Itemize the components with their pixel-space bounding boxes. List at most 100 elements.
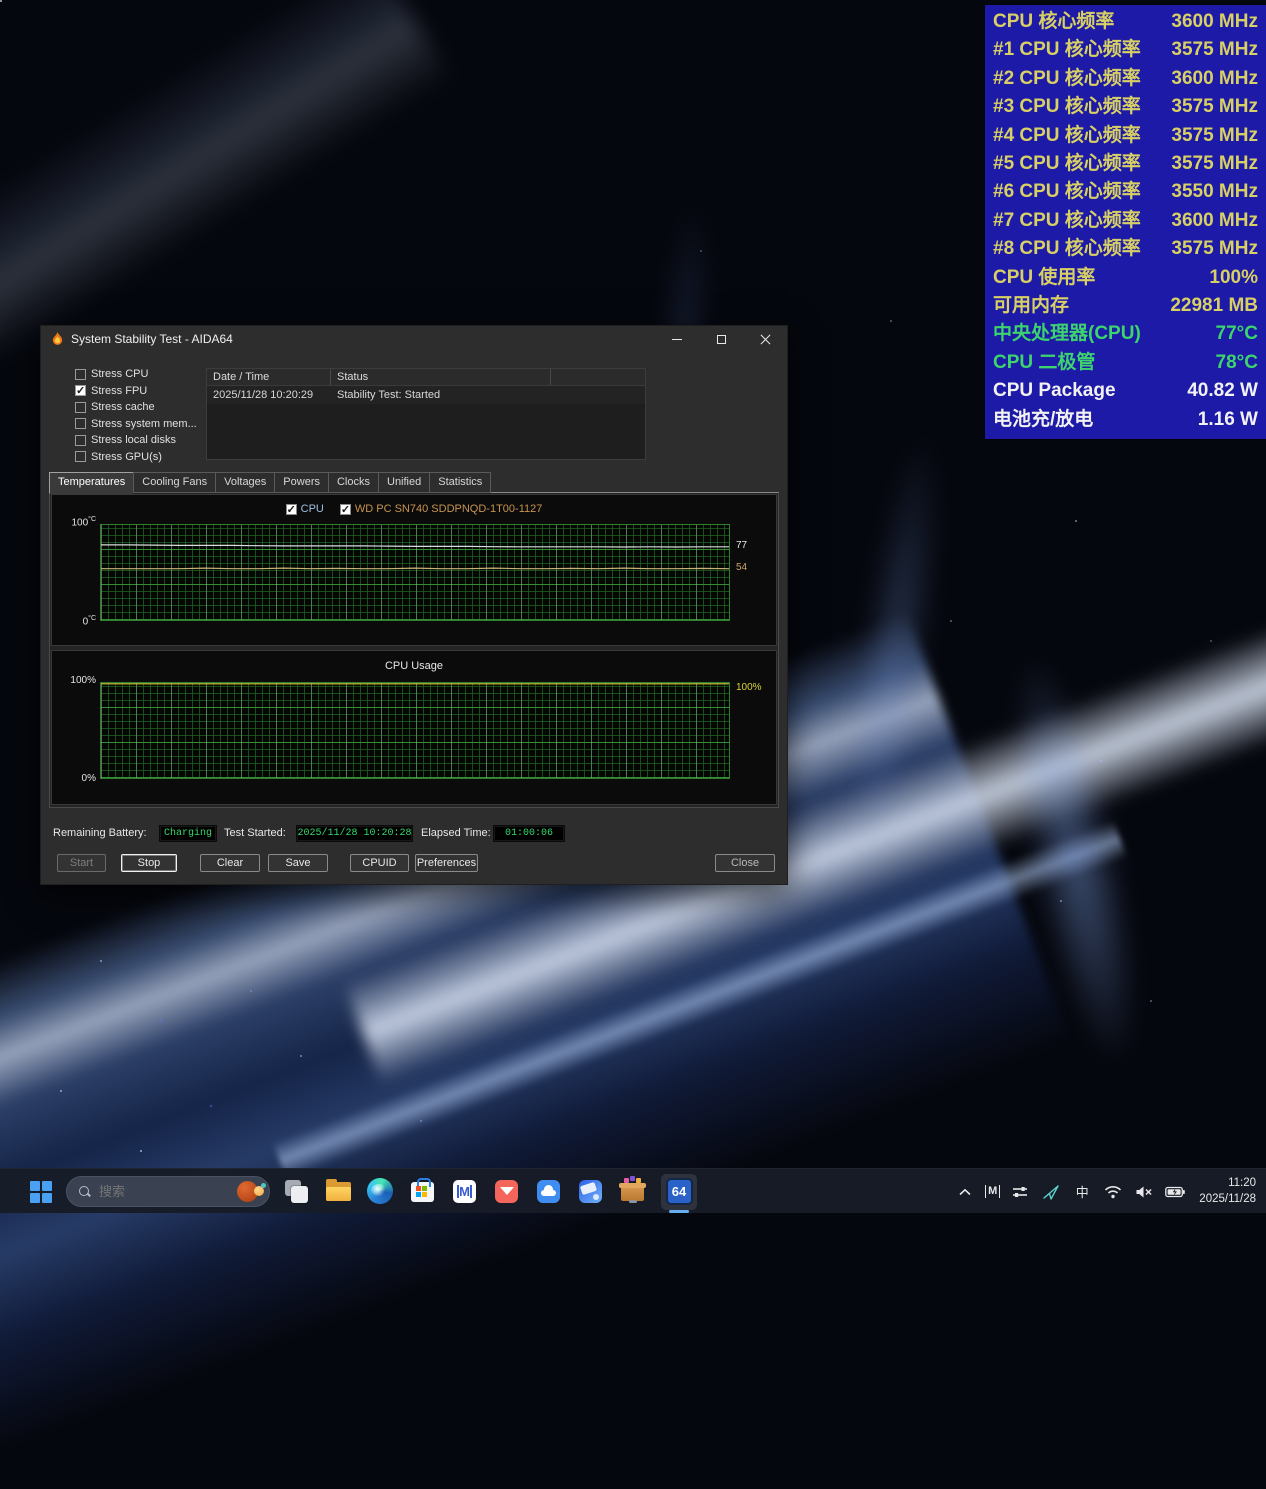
stress-fpu-checkbox[interactable] — [75, 385, 86, 396]
sensor-value: 3575 MHz — [1171, 36, 1258, 64]
sensor-label: #2 CPU 核心频率 — [993, 65, 1141, 93]
sensor-label: 可用内存 — [993, 292, 1069, 320]
tab-temperatures[interactable]: Temperatures — [49, 472, 133, 494]
settings-sliders-icon[interactable] — [1009, 1181, 1031, 1203]
paper-plane-icon[interactable] — [1040, 1181, 1062, 1203]
stress-option-gpu[interactable]: Stress GPU(s) — [53, 449, 197, 466]
aida64-sensor-panel: CPU 核心频率3600 MHz#1 CPU 核心频率3575 MHz#2 CP… — [985, 5, 1266, 439]
volume-muted-icon[interactable] — [1133, 1181, 1155, 1203]
stress-option-memory[interactable]: Stress system mem... — [53, 416, 197, 433]
log-column-datetime[interactable]: Date / Time — [207, 369, 331, 385]
cloud-app-button[interactable] — [535, 1178, 562, 1205]
cpu-legend-checkbox[interactable] — [286, 504, 297, 515]
log-cell-status: Stability Test: Started — [331, 386, 551, 404]
aida64-taskbar-button[interactable]: 64 — [661, 1174, 697, 1210]
tab-cooling-fans[interactable]: Cooling Fans — [133, 472, 215, 493]
sensor-row: CPU 核心频率3600 MHz — [993, 8, 1258, 36]
maximize-button[interactable] — [699, 326, 743, 352]
tab-statistics[interactable]: Statistics — [429, 472, 491, 493]
wd-legend-checkbox[interactable] — [340, 504, 351, 515]
stop-button[interactable]: Stop — [121, 854, 177, 872]
microsoft-store-button[interactable] — [409, 1178, 436, 1205]
active-app-indicator — [669, 1210, 689, 1213]
sensor-value: 3600 MHz — [1171, 207, 1258, 235]
task-view-button[interactable] — [283, 1178, 310, 1205]
clock-date: 2025/11/28 — [1199, 1192, 1256, 1208]
usage-axis-max-label: 100% — [54, 675, 96, 686]
stress-cache-checkbox[interactable] — [75, 402, 86, 413]
cpuid-button[interactable]: CPUID — [350, 854, 409, 872]
gpu-icon — [53, 451, 70, 462]
sensor-value: 77°C — [1216, 320, 1258, 348]
m-tray-icon[interactable]: M — [985, 1185, 1000, 1198]
sensor-row: CPU 二极管78°C — [993, 349, 1258, 377]
tab-voltages[interactable]: Voltages — [215, 472, 274, 493]
stress-disks-checkbox[interactable] — [75, 435, 86, 446]
file-explorer-button[interactable] — [325, 1178, 352, 1205]
windows-logo-icon — [30, 1181, 52, 1203]
close-button[interactable] — [743, 326, 787, 352]
ime-language-indicator[interactable]: 中 — [1071, 1181, 1093, 1203]
minimize-button[interactable] — [655, 326, 699, 352]
search-highlight-icon[interactable] — [235, 1180, 265, 1204]
stress-option-disks[interactable]: Stress local disks — [53, 432, 197, 449]
window-titlebar[interactable]: System Stability Test - AIDA64 — [41, 326, 787, 352]
remaining-battery-label: Remaining Battery: — [53, 827, 147, 839]
stress-gpu-checkbox[interactable] — [75, 451, 86, 462]
packages-app-button[interactable] — [619, 1178, 646, 1205]
cpu-temp-value-label: 77 — [736, 540, 747, 551]
sensor-label: #8 CPU 核心频率 — [993, 235, 1141, 263]
chart-legend: CPU WD PC SN740 SDDPNQD-1T00-1127 — [52, 503, 776, 515]
clear-button[interactable]: Clear — [200, 854, 260, 872]
tab-powers[interactable]: Powers — [274, 472, 328, 493]
test-started-display: 2025/11/28 10:20:28 — [296, 825, 413, 842]
close-dialog-button[interactable]: Close — [715, 854, 775, 872]
battery-charging-icon[interactable] — [1164, 1181, 1186, 1203]
sensor-value: 3575 MHz — [1171, 122, 1258, 150]
sensor-label: 电池充/放电 — [993, 406, 1093, 434]
start-button[interactable]: Start — [57, 854, 106, 872]
stress-option-fpu[interactable]: Stress FPU — [53, 383, 197, 400]
sensor-label: #6 CPU 核心频率 — [993, 178, 1141, 206]
aida64-icon: 64 — [666, 1178, 693, 1205]
memory-icon — [53, 418, 70, 429]
sensor-row: #6 CPU 核心频率3550 MHz — [993, 178, 1258, 206]
mail-icon — [495, 1180, 518, 1203]
start-menu-button[interactable] — [24, 1169, 58, 1214]
system-stability-test-window: System Stability Test - AIDA64 Stress CP… — [40, 325, 788, 885]
maximize-icon — [717, 335, 726, 344]
legend-wd-disk[interactable]: WD PC SN740 SDDPNQD-1T00-1127 — [340, 503, 542, 515]
cache-icon — [53, 402, 70, 413]
log-column-status[interactable]: Status — [331, 369, 551, 385]
temperatures-tab-page: CPU WD PC SN740 SDDPNQD-1T00-1127 100°C … — [49, 492, 779, 808]
cloud-icon — [537, 1180, 560, 1203]
tab-clocks[interactable]: Clocks — [328, 472, 378, 493]
stress-option-label: Stress GPU(s) — [91, 451, 162, 463]
save-button[interactable]: Save — [268, 854, 328, 872]
tab-unified[interactable]: Unified — [378, 472, 429, 493]
m-app-button[interactable]: M — [451, 1178, 478, 1205]
stress-option-cpu[interactable]: Stress CPU — [53, 366, 197, 383]
stress-option-cache[interactable]: Stress cache — [53, 399, 197, 416]
hidden-icons-chevron[interactable] — [954, 1181, 976, 1203]
cpu-icon — [53, 369, 70, 380]
sensor-row: #2 CPU 核心频率3600 MHz — [993, 65, 1258, 93]
stress-option-label: Stress CPU — [91, 368, 148, 380]
search-icon — [79, 1186, 91, 1198]
legend-wd-label: WD PC SN740 SDDPNQD-1T00-1127 — [355, 503, 542, 515]
legend-cpu[interactable]: CPU — [286, 503, 324, 515]
log-row[interactable]: 2025/11/28 10:20:29 Stability Test: Star… — [207, 386, 645, 404]
stress-memory-checkbox[interactable] — [75, 418, 86, 429]
taskbar-search-box[interactable] — [66, 1176, 270, 1207]
wallet-app-button[interactable] — [577, 1178, 604, 1205]
stress-cpu-checkbox[interactable] — [75, 369, 86, 380]
sensor-label: CPU 二极管 — [993, 349, 1095, 377]
preferences-button[interactable]: Preferences — [415, 854, 478, 872]
taskbar-clock[interactable]: 11:20 2025/11/28 — [1199, 1176, 1256, 1207]
tab-bar: Temperatures Cooling Fans Voltages Power… — [49, 472, 491, 493]
sensor-row: #3 CPU 核心频率3575 MHz — [993, 93, 1258, 121]
mail-app-button[interactable] — [493, 1178, 520, 1205]
search-input[interactable] — [99, 1184, 219, 1199]
wifi-icon[interactable] — [1102, 1181, 1124, 1203]
edge-browser-button[interactable] — [367, 1178, 394, 1205]
